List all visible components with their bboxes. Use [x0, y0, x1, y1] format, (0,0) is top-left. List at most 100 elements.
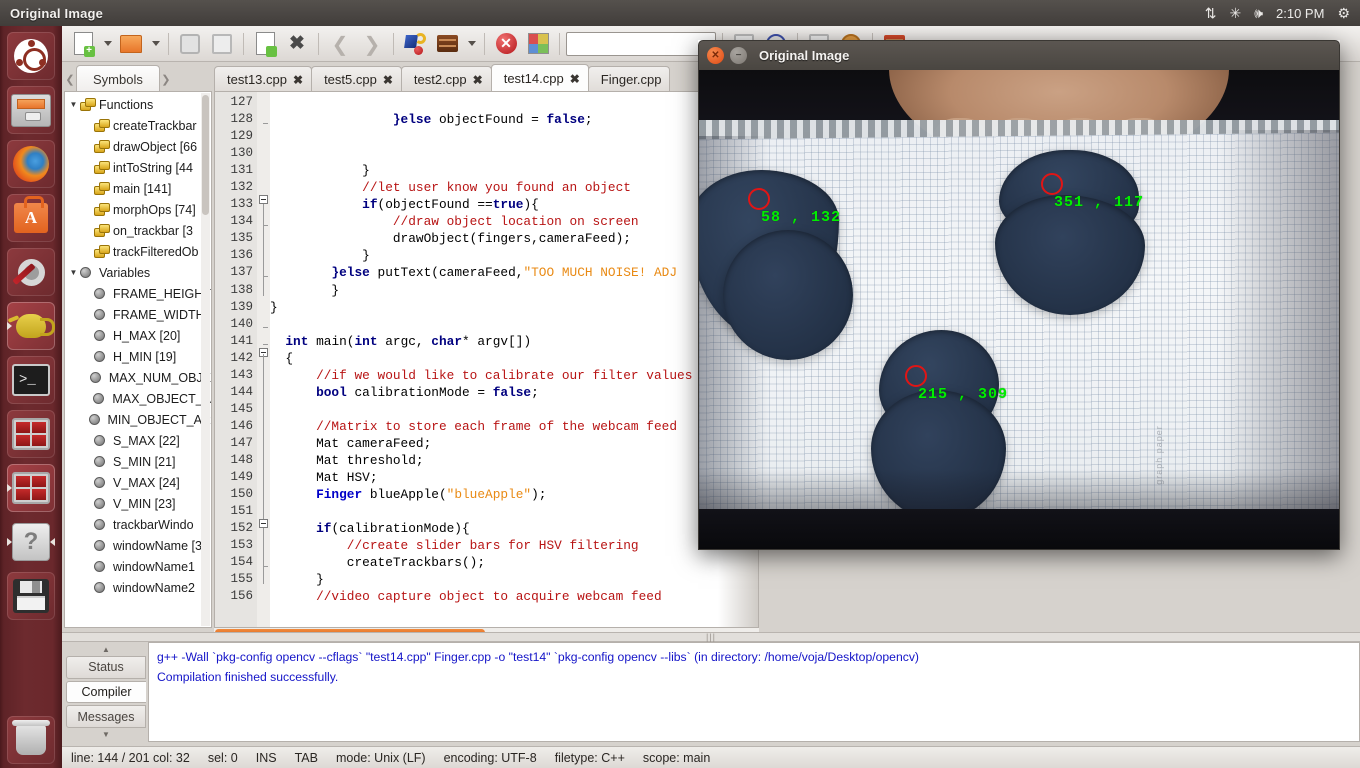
- image-window-titlebar[interactable]: ✕ − Original Image: [698, 40, 1340, 70]
- code-line[interactable]: [270, 128, 758, 145]
- launcher-item-system-settings[interactable]: [7, 248, 55, 296]
- code-line[interactable]: createTrackbars();: [270, 554, 758, 571]
- symbol-tree-row[interactable]: ▼ Variables: [65, 262, 211, 283]
- code-line[interactable]: //draw object location on screen: [270, 213, 758, 230]
- symbol-tree-row[interactable]: H_MIN [19]: [65, 346, 211, 367]
- code-line[interactable]: }: [270, 162, 758, 179]
- symbol-tree-row[interactable]: trackFilteredOb: [65, 241, 211, 262]
- launcher-item-codeblocks[interactable]: [7, 410, 55, 458]
- launcher-item-ubuntu-dash[interactable]: [7, 32, 55, 80]
- tree-twisty-icon[interactable]: ▼: [67, 100, 80, 109]
- tab-symbols[interactable]: Symbols: [76, 65, 160, 92]
- tab-Finger-cpp[interactable]: Finger.cpp: [587, 66, 671, 92]
- tree-twisty-icon[interactable]: ▼: [67, 268, 80, 277]
- code-line[interactable]: [270, 145, 758, 162]
- code-line[interactable]: if(objectFound ==true){: [270, 196, 758, 213]
- symbol-tree-row[interactable]: drawObject [66: [65, 136, 211, 157]
- code-line[interactable]: //video capture object to acquire webcam…: [270, 588, 758, 605]
- fold-margin[interactable]: [257, 92, 270, 627]
- log-tab-compiler[interactable]: Compiler: [66, 680, 146, 704]
- symbol-tree-row[interactable]: ▼ Functions: [65, 94, 211, 115]
- code-line[interactable]: //create slider bars for HSV filtering: [270, 537, 758, 554]
- code-line[interactable]: //let user know you found an object: [270, 179, 758, 196]
- code-line[interactable]: Mat threshold;: [270, 452, 758, 469]
- code-line[interactable]: Mat HSV;: [270, 469, 758, 486]
- code-line[interactable]: }: [270, 247, 758, 264]
- code-line[interactable]: [270, 503, 758, 520]
- bluetooth-icon[interactable]: ✳: [1229, 6, 1241, 20]
- code-line[interactable]: {: [270, 350, 758, 367]
- debug-windows-button[interactable]: [523, 29, 553, 59]
- symbols-scrollbar[interactable]: [201, 93, 210, 626]
- symbol-tree-row[interactable]: V_MIN [23]: [65, 493, 211, 514]
- symbol-tree-row[interactable]: windowName [3: [65, 535, 211, 556]
- save-all-button[interactable]: [207, 29, 237, 59]
- copy-button[interactable]: [250, 29, 280, 59]
- launcher-item-terminal[interactable]: >_: [7, 356, 55, 404]
- close-icon[interactable]: ✕: [707, 47, 724, 64]
- code-line[interactable]: int main(int argc, char* argv[]): [270, 333, 758, 350]
- panel-splitter[interactable]: |||: [62, 632, 1360, 642]
- tab-close-icon[interactable]: ✖: [383, 73, 393, 87]
- code-line[interactable]: }: [270, 299, 758, 316]
- tab-test13-cpp[interactable]: test13.cpp ✖: [214, 66, 313, 92]
- symbol-tree-row[interactable]: windowName1: [65, 556, 211, 577]
- symbol-tree-row[interactable]: MIN_OBJECT_AR: [65, 409, 212, 430]
- open-file-button[interactable]: [116, 29, 146, 59]
- delete-x-button[interactable]: ✖: [282, 29, 312, 59]
- symbol-tree-row[interactable]: intToString [44: [65, 157, 211, 178]
- new-file-button[interactable]: [68, 29, 98, 59]
- symbol-tree-row[interactable]: windowName2: [65, 577, 211, 598]
- symbol-tree-row[interactable]: H_MAX [20]: [65, 325, 211, 346]
- code-line[interactable]: }: [270, 571, 758, 588]
- tab-test14-cpp[interactable]: test14.cpp ✖: [490, 64, 589, 92]
- launcher-item-software-center[interactable]: A: [7, 194, 55, 242]
- run-button[interactable]: [432, 29, 462, 59]
- tab-close-icon[interactable]: ✖: [570, 72, 580, 86]
- symbol-tree-row[interactable]: on_trackbar [3: [65, 220, 211, 241]
- symbol-tree-row[interactable]: createTrackbar: [65, 115, 211, 136]
- code-line[interactable]: drawObject(fingers,cameraFeed);: [270, 230, 758, 247]
- image-canvas[interactable]: graph paper 58 , 132 351 , 117 215 , 309: [698, 70, 1340, 550]
- launcher-item-firefox[interactable]: [7, 140, 55, 188]
- log-tab-scroll-down[interactable]: ▼: [66, 729, 146, 740]
- launcher-item-files[interactable]: [7, 86, 55, 134]
- symbol-tree-row[interactable]: S_MAX [22]: [65, 430, 211, 451]
- symbol-tree-row[interactable]: S_MIN [21]: [65, 451, 211, 472]
- code-line[interactable]: bool calibrationMode = false;: [270, 384, 758, 401]
- minimize-icon[interactable]: −: [730, 47, 747, 64]
- forward-button[interactable]: ❯: [357, 29, 387, 59]
- code-line[interactable]: Mat cameraFeed;: [270, 435, 758, 452]
- volume-icon[interactable]: 🕪: [1254, 6, 1263, 20]
- log-tab-messages[interactable]: Messages: [66, 705, 146, 729]
- code-line[interactable]: [270, 94, 758, 111]
- original-image-window[interactable]: ✕ − Original Image graph paper 58 , 132 3…: [698, 40, 1340, 550]
- code-line[interactable]: }else objectFound = false;: [270, 111, 758, 128]
- code-line[interactable]: //if we would like to calibrate our filt…: [270, 367, 758, 384]
- code-line[interactable]: if(calibrationMode){: [270, 520, 758, 537]
- tab-test2-cpp[interactable]: test2.cpp ✖: [400, 66, 492, 92]
- symbol-tree-row[interactable]: FRAME_HEIGHT: [65, 283, 211, 304]
- code-line[interactable]: Finger blueApple("blueApple");: [270, 486, 758, 503]
- code-line[interactable]: [270, 401, 758, 418]
- back-button[interactable]: ❮: [325, 29, 355, 59]
- code-editor[interactable]: 127 128 129 130 131 132 133 134 135 136 137 138 139 1…: [214, 91, 759, 628]
- symbols-tab-next[interactable]: ❯: [160, 66, 172, 92]
- symbol-tree-row[interactable]: trackbarWindo: [65, 514, 211, 535]
- tab-test5-cpp[interactable]: test5.cpp ✖: [311, 66, 402, 92]
- code-line[interactable]: }: [270, 282, 758, 299]
- symbol-tree-row[interactable]: MAX_NUM_OBJE: [65, 367, 211, 388]
- launcher-item-java-app[interactable]: [7, 302, 55, 350]
- open-file-dropdown[interactable]: [148, 29, 162, 59]
- log-tab-scroll-up[interactable]: ▲: [66, 644, 146, 655]
- symbol-tree-row[interactable]: FRAME_WIDTH: [65, 304, 211, 325]
- search-input[interactable]: [566, 31, 716, 56]
- new-file-dropdown[interactable]: [100, 29, 114, 59]
- gear-session-icon[interactable]: ⚙: [1337, 6, 1350, 20]
- network-updown-icon[interactable]: ⇅: [1205, 6, 1217, 20]
- symbol-tree-row[interactable]: morphOps [74]: [65, 199, 211, 220]
- launcher-item-codeblocks-running[interactable]: [7, 464, 55, 512]
- abort-button[interactable]: ✕: [491, 29, 521, 59]
- symbols-tab-prev[interactable]: ❮: [64, 66, 76, 92]
- symbol-tree-row[interactable]: V_MAX [24]: [65, 472, 211, 493]
